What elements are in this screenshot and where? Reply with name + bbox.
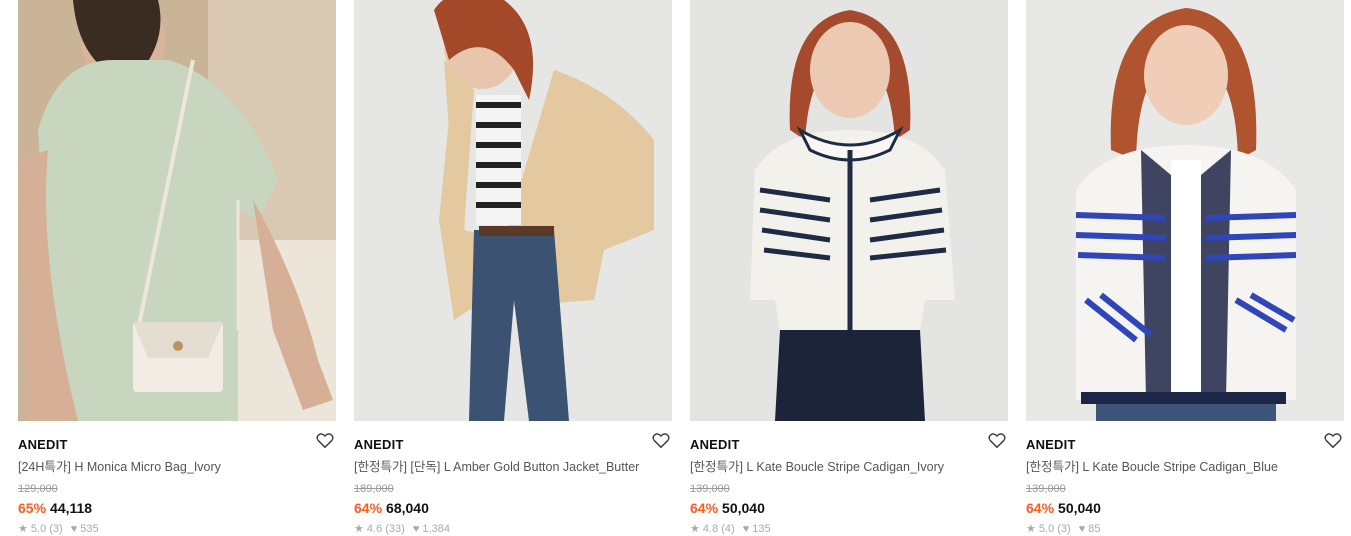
sale-price: 50,040: [722, 500, 765, 516]
discount-rate: 64%: [690, 500, 719, 516]
rating: ★ 4.6 (33): [354, 523, 405, 535]
product-card[interactable]: ANEDIT [한정특가] L Kate Boucle Stripe Cadig…: [690, 0, 1008, 536]
price-row: 64% 50,040: [690, 499, 1008, 517]
heart-outline-icon[interactable]: [652, 432, 670, 449]
price-row: 65% 44,118: [18, 499, 336, 517]
product-name[interactable]: [24H특가] H Monica Micro Bag_Ivory: [18, 459, 336, 475]
brand-name[interactable]: ANEDIT: [1026, 436, 1344, 454]
product-card[interactable]: ANEDIT [한정특가] L Kate Boucle Stripe Cadig…: [1026, 0, 1344, 536]
heart-outline-icon[interactable]: [988, 432, 1006, 449]
price-row: 64% 50,040: [1026, 499, 1344, 517]
like-count: ♥ 135: [742, 523, 771, 535]
product-card[interactable]: ANEDIT [한정특가] [단독] L Amber Gold Button J…: [354, 0, 672, 536]
original-price: 139,000: [690, 483, 730, 495]
product-image[interactable]: [18, 0, 336, 421]
rating: ★ 5.0 (3): [1026, 523, 1071, 535]
original-price: 189,000: [354, 483, 394, 495]
product-image[interactable]: [690, 0, 1008, 421]
like-count: ♥ 85: [1078, 523, 1101, 535]
product-name[interactable]: [한정특가] [단독] L Amber Gold Button Jacket_B…: [354, 459, 672, 475]
sale-price: 44,118: [50, 500, 93, 516]
original-price: 129,000: [18, 483, 58, 495]
rating: ★ 4.8 (4): [690, 523, 735, 535]
like-count: ♥ 535: [70, 523, 99, 535]
original-price: 139,000: [1026, 483, 1066, 495]
product-name[interactable]: [한정특가] L Kate Boucle Stripe Cadigan_Blue: [1026, 459, 1344, 475]
brand-name[interactable]: ANEDIT: [690, 436, 1008, 454]
rating: ★ 5.0 (3): [18, 523, 63, 535]
sale-price: 50,040: [1058, 500, 1101, 516]
brand-name[interactable]: ANEDIT: [354, 436, 672, 454]
product-card[interactable]: ANEDIT [24H특가] H Monica Micro Bag_Ivory …: [18, 0, 336, 536]
heart-outline-icon[interactable]: [1324, 432, 1342, 449]
price-row: 64% 68,040: [354, 499, 672, 517]
product-image[interactable]: [354, 0, 672, 421]
like-count: ♥ 1,384: [412, 523, 450, 535]
product-image[interactable]: [1026, 0, 1344, 421]
product-grid: ANEDIT [24H특가] H Monica Micro Bag_Ivory …: [18, 0, 1344, 536]
heart-outline-icon[interactable]: [316, 432, 334, 449]
product-name[interactable]: [한정특가] L Kate Boucle Stripe Cadigan_Ivor…: [690, 459, 1008, 475]
discount-rate: 65%: [18, 500, 47, 516]
discount-rate: 64%: [354, 500, 383, 516]
brand-name[interactable]: ANEDIT: [18, 436, 336, 454]
sale-price: 68,040: [386, 500, 429, 516]
discount-rate: 64%: [1026, 500, 1055, 516]
